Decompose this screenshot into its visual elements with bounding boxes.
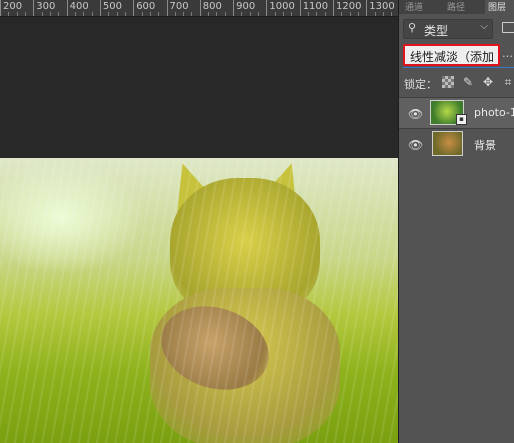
ruler-tick-label: 500 bbox=[102, 1, 122, 12]
ruler-tick: 200 bbox=[0, 0, 22, 16]
brush-icon[interactable]: ✎ bbox=[462, 76, 474, 88]
ruler-minor-tick bbox=[124, 12, 126, 16]
tab-paths[interactable]: 路径 bbox=[447, 0, 465, 14]
canvas-area[interactable] bbox=[0, 17, 398, 443]
ruler-minor-tick bbox=[224, 12, 226, 16]
ruler-tick: 1000 bbox=[266, 0, 295, 16]
artboard-lock-icon[interactable]: ⌗ bbox=[502, 76, 514, 88]
layer-thumbnail bbox=[432, 131, 463, 156]
ruler-minor-tick bbox=[316, 12, 318, 16]
ruler-minor-tick bbox=[149, 12, 151, 16]
layer-row-photo[interactable]: 👁 ▪ photo-1 bbox=[399, 97, 514, 128]
ruler-minor-tick bbox=[216, 12, 218, 16]
blend-mode-dropdown[interactable]: … bbox=[501, 44, 514, 66]
blend-mode-ellipsis: … bbox=[502, 47, 513, 60]
ruler-minor-tick bbox=[208, 12, 210, 16]
ruler-minor-tick bbox=[241, 12, 243, 16]
ruler-tick-label: 300 bbox=[36, 1, 56, 12]
eye-icon[interactable]: 👁 bbox=[408, 138, 423, 152]
ruler-tick-label: 900 bbox=[236, 1, 256, 12]
ruler-minor-tick bbox=[24, 12, 26, 16]
blend-focus-underline bbox=[403, 67, 514, 68]
ruler-minor-tick bbox=[58, 12, 60, 16]
ruler-minor-tick bbox=[158, 12, 160, 16]
ruler-minor-tick bbox=[249, 12, 251, 16]
layer-name[interactable]: photo-1 bbox=[474, 106, 514, 119]
ruler-minor-tick bbox=[8, 12, 10, 16]
ruler-tick: 700 bbox=[166, 0, 189, 16]
ruler-minor-tick bbox=[291, 12, 293, 16]
lock-transparent-pixels-icon[interactable] bbox=[442, 76, 454, 88]
ruler-minor-tick bbox=[49, 12, 51, 16]
ruler-tick-label: 1100 bbox=[302, 1, 329, 12]
lock-row: 锁定： ✎ ✥ ⌗ bbox=[399, 72, 514, 94]
ruler-tick-label: 1300 bbox=[369, 1, 395, 12]
smart-object-icon: ▪ bbox=[456, 114, 467, 125]
move-icon[interactable]: ✥ bbox=[482, 76, 494, 88]
ruler-tick: 1300 bbox=[366, 0, 395, 16]
ruler-minor-tick bbox=[91, 12, 93, 16]
ruler-minor-tick bbox=[382, 12, 384, 16]
horizontal-ruler: 200 300 400 500 600 700 800 900 1000 1100 1200 1300 bbox=[0, 0, 398, 17]
blend-mode-value: 线性减淡（添加 bbox=[410, 50, 495, 64]
panel-tabstrip: 通道 路径 图层 bbox=[399, 0, 514, 14]
chevron-down-icon: ⌵ bbox=[480, 21, 488, 32]
tab-layers[interactable]: 图层 bbox=[485, 0, 514, 14]
ruler-tick-label: 600 bbox=[136, 1, 156, 12]
lock-label: 锁定： bbox=[404, 78, 437, 91]
ruler-tick-label: 400 bbox=[69, 1, 89, 12]
ruler-tick-label: 800 bbox=[202, 1, 222, 12]
ruler-tick: 1100 bbox=[299, 0, 328, 16]
document-image[interactable] bbox=[0, 158, 398, 443]
layer-row-background[interactable]: 👁 背景 bbox=[399, 128, 514, 159]
ruler-minor-tick bbox=[41, 12, 43, 16]
ruler-tick: 600 bbox=[133, 0, 155, 16]
ruler-minor-tick bbox=[274, 12, 276, 16]
image-filter-icon[interactable] bbox=[502, 22, 514, 33]
ruler-minor-tick bbox=[349, 12, 351, 16]
ruler-minor-tick bbox=[191, 12, 193, 16]
layer-filter-label: 类型 bbox=[424, 24, 449, 38]
ruler-minor-tick bbox=[174, 12, 176, 16]
ruler-tick: 400 bbox=[66, 0, 89, 16]
blend-mode-select[interactable]: 线性减淡（添加 bbox=[403, 44, 500, 66]
ruler-minor-tick bbox=[324, 12, 326, 16]
ruler-tick: 500 bbox=[99, 0, 122, 16]
ruler-minor-tick bbox=[357, 12, 359, 16]
layers-panel: 通道 路径 图层 ⚲ 类型 ⌵ 线性减淡（添加 … 锁定： ✎ ✥ ⌗ 👁 ▪ … bbox=[398, 0, 514, 443]
ruler-minor-tick bbox=[116, 12, 118, 16]
ruler-minor-tick bbox=[16, 12, 18, 16]
ruler-tick: 900 bbox=[233, 0, 255, 16]
ruler-minor-tick bbox=[183, 12, 185, 16]
ruler-tick-label: 700 bbox=[169, 1, 189, 12]
ruler-minor-tick bbox=[258, 12, 260, 16]
ruler-minor-tick bbox=[108, 12, 110, 16]
tab-channels[interactable]: 通道 bbox=[405, 0, 423, 14]
ruler-minor-tick bbox=[141, 12, 143, 16]
ruler-tick-label: 1000 bbox=[269, 1, 295, 12]
ruler-tick-label: 1200 bbox=[336, 1, 362, 12]
ruler-minor-tick bbox=[341, 12, 343, 16]
layer-name[interactable]: 背景 bbox=[474, 137, 496, 153]
ruler-minor-tick bbox=[391, 12, 393, 16]
search-icon: ⚲ bbox=[408, 21, 417, 34]
ruler-minor-tick bbox=[374, 12, 376, 16]
eye-icon[interactable]: 👁 bbox=[408, 107, 423, 121]
ruler-minor-tick bbox=[74, 12, 76, 16]
ruler-minor-tick bbox=[83, 12, 85, 16]
ruler-minor-tick bbox=[308, 12, 310, 16]
ruler-tick: 1200 bbox=[333, 0, 361, 16]
ruler-tick: 300 bbox=[33, 0, 55, 16]
ruler-tick-label: 200 bbox=[3, 1, 23, 12]
layer-filter-select[interactable]: ⚲ 类型 ⌵ bbox=[403, 19, 493, 39]
grass-overlay bbox=[0, 158, 398, 443]
ruler-minor-tick bbox=[283, 12, 285, 16]
ruler-tick: 800 bbox=[199, 0, 222, 16]
